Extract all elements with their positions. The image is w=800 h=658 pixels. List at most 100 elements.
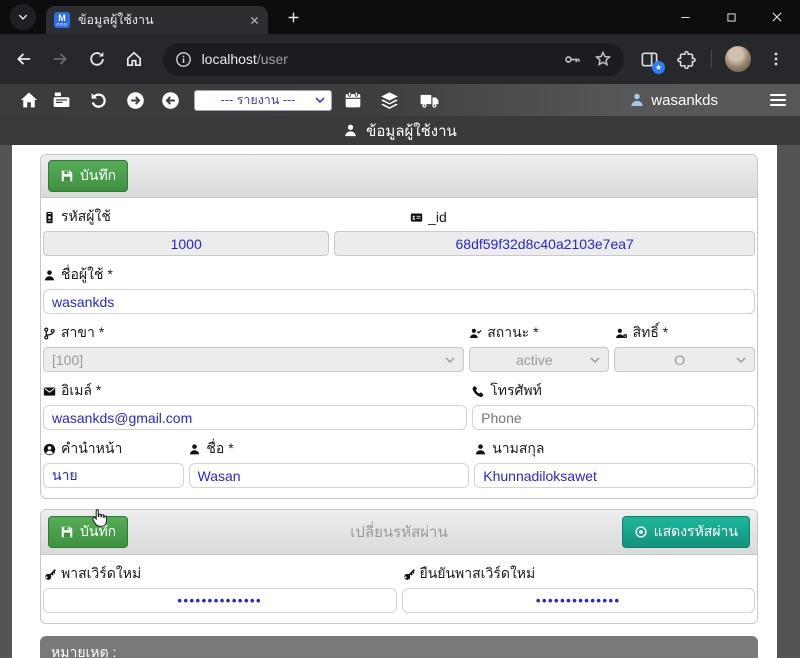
- app-menu-button[interactable]: [770, 92, 786, 108]
- floppy-save-icon: [60, 169, 74, 183]
- chevron-down-icon: [445, 355, 455, 365]
- tab-strip: M POS ข้อมูลผู้ใช้งาน: [0, 0, 800, 34]
- tab-close-icon[interactable]: [249, 15, 260, 26]
- profile-avatar[interactable]: [725, 46, 751, 72]
- url-path: /user: [257, 51, 288, 67]
- favicon-letter: M: [58, 14, 66, 22]
- forward-button[interactable]: [49, 47, 73, 71]
- chevron-down-icon: [736, 355, 746, 365]
- prefix-label: คำนำหน้า: [43, 438, 183, 460]
- back-button[interactable]: [12, 47, 36, 71]
- truck-icon: [419, 91, 440, 110]
- maximize-button[interactable]: [708, 0, 754, 34]
- divider: [711, 50, 712, 68]
- calendar-icon: [344, 91, 362, 109]
- page-body: บันทึก รหัสผู้ใช้ _id: [0, 145, 800, 658]
- email-label: อิเมล์ *: [43, 380, 467, 402]
- user-check-icon: [469, 327, 482, 340]
- content-container: บันทึก รหัสผู้ใช้ _id: [12, 145, 777, 658]
- change-password-card-body: พาสเวิร์ดใหม่ ยืนยันพาสเวิร์ดใหม่: [41, 563, 757, 623]
- app-favicon-icon: M POS: [54, 12, 70, 28]
- prefix-input[interactable]: [43, 463, 184, 488]
- browser-window: M POS ข้อมูลผู้ใช้งาน: [0, 0, 800, 658]
- plus-icon: [287, 11, 300, 24]
- layers-button[interactable]: [380, 91, 399, 110]
- id-card-icon: [410, 211, 423, 224]
- record-id-field: 68df59f32d8c40a2103e7ea7: [334, 231, 755, 256]
- undo-icon: [89, 91, 108, 110]
- save-password-button[interactable]: บันทึก: [48, 516, 128, 548]
- home-button[interactable]: [122, 47, 146, 71]
- first-name-input[interactable]: [189, 463, 470, 488]
- status-select: active: [469, 347, 610, 372]
- window-controls: [662, 0, 800, 34]
- email-input[interactable]: [43, 405, 467, 430]
- user-icon: [43, 269, 56, 282]
- status-label: สถานะ *: [469, 322, 609, 344]
- site-info-icon[interactable]: [175, 51, 192, 68]
- side-panel-button[interactable]: ★: [637, 47, 661, 71]
- url-host: localhost: [202, 51, 257, 67]
- branch-icon: [43, 327, 56, 340]
- tab-search-button[interactable]: [10, 4, 36, 30]
- register-button[interactable]: [52, 91, 71, 109]
- prev-button[interactable]: [161, 91, 180, 110]
- minimize-button[interactable]: [662, 0, 708, 34]
- app-home-button[interactable]: [20, 91, 38, 109]
- user-info-card-header: บันทึก: [41, 155, 757, 198]
- page-title-bar: ข้อมูลผู้ใช้งาน: [0, 116, 800, 145]
- minimize-icon: [680, 12, 691, 23]
- user-info-card: บันทึก รหัสผู้ใช้ _id: [40, 154, 758, 499]
- reload-button[interactable]: [85, 47, 109, 71]
- calendar-button[interactable]: [344, 91, 362, 109]
- url-input[interactable]: localhost/user: [163, 43, 624, 76]
- show-password-button[interactable]: แสดงรหัสผ่าน: [622, 516, 750, 548]
- username-field-label: ชื่อผู้ใช้ *: [43, 264, 113, 286]
- extensions-button[interactable]: [674, 47, 698, 71]
- key-icon: [43, 568, 56, 581]
- logged-in-user[interactable]: wasankds: [629, 92, 718, 109]
- truck-button[interactable]: [419, 91, 440, 110]
- username-input[interactable]: [43, 289, 755, 314]
- password-key-icon[interactable]: [563, 50, 582, 69]
- last-name-input[interactable]: [474, 463, 755, 488]
- phone-label: โทรศัพท์: [472, 380, 755, 402]
- side-panel-badge-star-icon: ★: [652, 61, 665, 74]
- address-bar: localhost/user ★: [0, 34, 800, 84]
- page-title: ข้อมูลผู้ใช้งาน: [366, 119, 457, 143]
- save-button[interactable]: บันทึก: [48, 160, 128, 192]
- phone-icon: [472, 385, 485, 398]
- first-name-label: ชื่อ *: [188, 438, 469, 460]
- browser-tab[interactable]: M POS ข้อมูลผู้ใช้งาน: [46, 6, 268, 34]
- extensions-puzzle-icon: [677, 50, 696, 69]
- branch-select: [100]: [43, 347, 464, 372]
- new-password-label: พาสเวิร์ดใหม่: [43, 563, 397, 585]
- bookmark-star-icon[interactable]: [594, 50, 612, 68]
- eye-icon: [634, 525, 648, 539]
- close-button[interactable]: [754, 0, 800, 34]
- record-id-label: _id: [373, 206, 755, 228]
- user-info-card-body: รหัสผู้ใช้ _id 1000 68df59f32d8c40a2103e…: [41, 206, 757, 498]
- app-toolbar: --- รายงาน --- wasankds: [0, 84, 800, 116]
- note-title: หมายเหตุ :: [51, 642, 747, 658]
- save-password-button-label: บันทึก: [80, 521, 116, 543]
- floppy-save-icon: [60, 525, 74, 539]
- new-tab-button[interactable]: [280, 4, 306, 30]
- report-select[interactable]: --- รายงาน ---: [194, 90, 332, 111]
- cash-register-icon: [52, 91, 71, 109]
- close-icon: [771, 11, 783, 23]
- arrow-left-circle-icon: [161, 91, 180, 110]
- key-icon: [402, 568, 415, 581]
- undo-button[interactable]: [89, 91, 108, 110]
- confirm-password-label: ยืนยันพาสเวิร์ดใหม่: [402, 563, 756, 585]
- phone-input[interactable]: [472, 405, 755, 430]
- kebab-menu-icon: [768, 51, 784, 67]
- favicon-sub: POS: [56, 22, 67, 27]
- browser-menu-button[interactable]: [764, 47, 788, 71]
- next-button[interactable]: [126, 91, 145, 110]
- user-code-label: รหัสผู้ใช้: [43, 206, 368, 228]
- new-password-input[interactable]: [43, 588, 397, 613]
- id-badge-icon: [43, 211, 56, 224]
- user-gear-icon: [615, 327, 628, 340]
- confirm-password-input[interactable]: [402, 588, 756, 613]
